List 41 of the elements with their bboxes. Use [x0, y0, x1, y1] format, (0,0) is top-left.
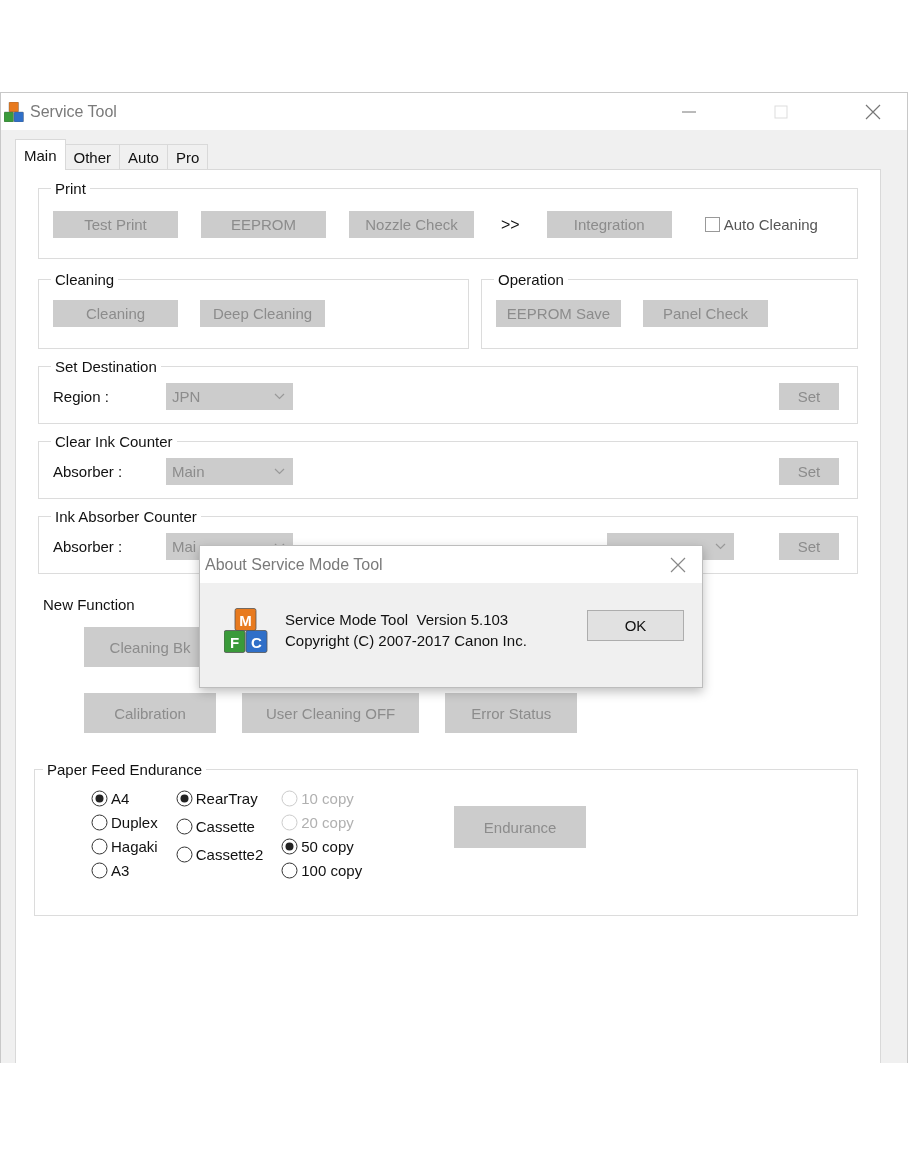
radio-label[interactable]: Hagaki	[111, 838, 158, 855]
radio-button[interactable]	[281, 838, 299, 855]
checkbox[interactable]	[704, 217, 720, 232]
radio-label[interactable]: RearTray	[195, 790, 258, 807]
radio-button[interactable]	[175, 790, 193, 807]
group-title: Clear Ink Counter	[54, 433, 174, 450]
group-title: Ink Absorber Counter	[54, 508, 198, 525]
checkbox-label[interactable]: Auto Cleaning	[723, 216, 818, 233]
radio-button[interactable]	[91, 862, 108, 879]
group-title: Set Destination	[54, 358, 158, 375]
radio-label[interactable]: Cassette2	[195, 846, 264, 863]
field-label: Absorber :	[53, 463, 124, 480]
field-label: Absorber :	[53, 538, 124, 555]
radio-button[interactable]	[91, 790, 108, 807]
group-title: Cleaning	[54, 271, 116, 288]
dialog-title: About Service Mode Tool	[205, 555, 383, 574]
about-text: Copyright (C) 2007-2017 Canon Inc.	[285, 632, 527, 649]
group-title: Paper Feed Endurance	[46, 761, 204, 778]
close-icon[interactable]	[670, 556, 686, 573]
ok-button[interactable]: OK	[587, 610, 684, 641]
radio-label[interactable]: Cassette	[195, 818, 255, 835]
group-title: Operation	[497, 271, 565, 288]
tab[interactable]: Main	[15, 139, 66, 170]
radio-button[interactable]	[175, 818, 193, 835]
tab[interactable]: Pro	[166, 144, 209, 170]
section-title: New Function	[43, 596, 135, 613]
window-title: Service Tool	[30, 102, 117, 121]
radio-button[interactable]	[175, 846, 193, 863]
radio-label[interactable]: 50 copy	[301, 838, 354, 855]
radio-label[interactable]: Duplex	[111, 814, 158, 831]
radio-label[interactable]: 100 copy	[301, 862, 363, 879]
radio-label[interactable]: A3	[111, 862, 130, 879]
field-label: Region :	[53, 388, 110, 405]
arrow-label: >>	[501, 215, 520, 234]
radio-button[interactable]	[91, 838, 108, 855]
radio-button[interactable]	[281, 862, 299, 879]
group-title: Print	[54, 180, 87, 197]
about-text: Service Mode Tool Version 5.103	[285, 611, 510, 628]
radio-label[interactable]: A4	[111, 790, 130, 807]
app-icon	[4, 101, 24, 122]
radio-button[interactable]	[91, 814, 108, 831]
